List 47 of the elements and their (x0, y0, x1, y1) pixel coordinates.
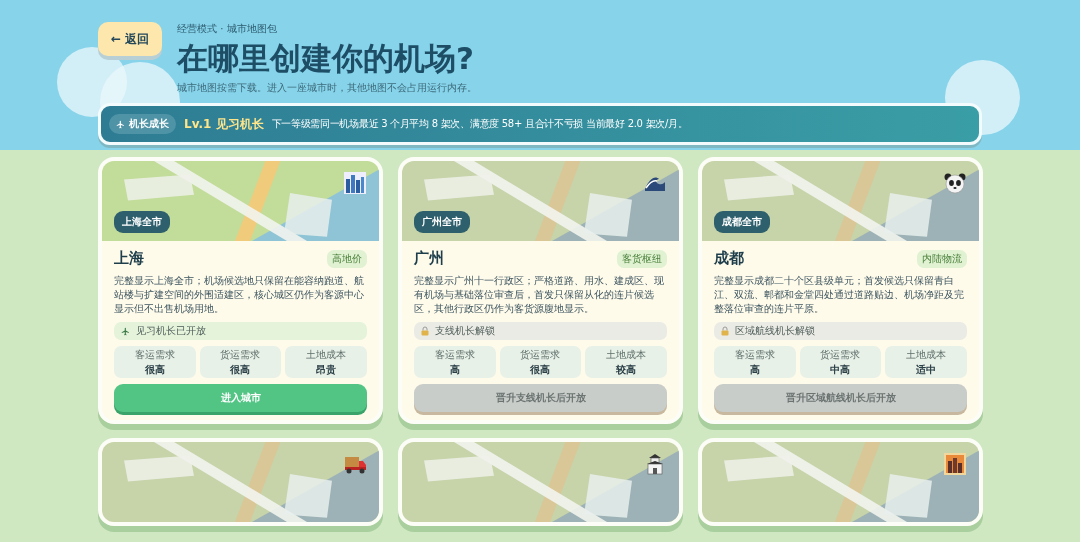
stat-label: 货运需求 (820, 347, 861, 362)
panda-icon (943, 171, 967, 195)
stat-value: 很高 (144, 362, 165, 377)
stat-value: 很高 (530, 362, 551, 377)
city-name: 上海 (114, 249, 144, 268)
plane-icon (116, 119, 125, 129)
plane-icon (121, 326, 130, 336)
stat-value: 中高 (830, 362, 851, 377)
city-description: 完整显示上海全市；机场候选地只保留在能容纳跑道、航站楼与扩建空间的外围适建区，核心城区仍作为客源中心显示但不出售机场用地。 (114, 274, 365, 316)
map-tag: 成都全市 (714, 211, 770, 233)
stat-label: 土地成本 (606, 347, 647, 362)
enter-city-button[interactable]: 进入城市 (114, 384, 367, 412)
breadcrumb: 经营模式 · 城市地图包 (177, 22, 278, 36)
city-description: 完整显示成都二十个区县级单元；首发候选只保留青白江、双流、郫都和金堂四处通过道路贴边、机场净距及完整落位审查的连片平原。 (714, 274, 965, 316)
city-name: 广州 (414, 249, 444, 268)
stat-label: 土地成本 (306, 347, 347, 362)
stat-label: 货运需求 (220, 347, 261, 362)
unlock-text: 区域航线机长解锁 (735, 324, 815, 338)
map-tag: 广州全市 (414, 211, 470, 233)
rank-note: 下一等级需同一机场最近 3 个月平均 8 架次、满意度 58+ 且合计不亏损 当前最好 2.0 架次/月。 (271, 117, 688, 131)
stat-label: 客运需求 (134, 347, 175, 362)
skyline-icon (343, 171, 367, 195)
city-badge: 内陆物流 (917, 249, 967, 268)
city-name: 成都 (714, 249, 744, 268)
lock-icon (421, 326, 429, 336)
rank-level: Lv.1 见习机长 (184, 115, 264, 133)
map-tag: 上海全市 (114, 211, 170, 233)
stat-value: 较高 (616, 362, 637, 377)
stat-value: 很高 (230, 362, 251, 377)
stat-label: 土地成本 (906, 347, 947, 362)
stat-value: 高 (749, 362, 760, 377)
stat-label: 客运需求 (734, 347, 775, 362)
city-badge: 客货枢纽 (617, 249, 667, 268)
stat-value: 高 (449, 362, 460, 377)
unlock-text: 见习机长已开放 (136, 324, 206, 338)
stat-value: 昂贵 (316, 362, 337, 377)
stat-value: 适中 (916, 362, 937, 377)
city-badge: 高地价 (327, 249, 367, 268)
city-description: 完整显示广州十一行政区；严格道路、用水、建成区、现有机场与基础落位审查后，首发只保留从化的连片候选区，其他行政区仍作为客货源腹地显示。 (414, 274, 665, 316)
rank-pill-label: 机长成长 (129, 117, 169, 131)
page-subtitle: 城市地图按需下载。进入一座城市时，其他地图不会占用运行内存。 (177, 81, 477, 95)
city-sunset-icon (943, 452, 967, 476)
unlock-text: 支线机长解锁 (435, 324, 495, 338)
page-title: 在哪里创建你的机场? (177, 39, 475, 77)
lock-icon (721, 326, 729, 336)
stat-label: 客运需求 (434, 347, 475, 362)
stat-label: 货运需求 (520, 347, 561, 362)
